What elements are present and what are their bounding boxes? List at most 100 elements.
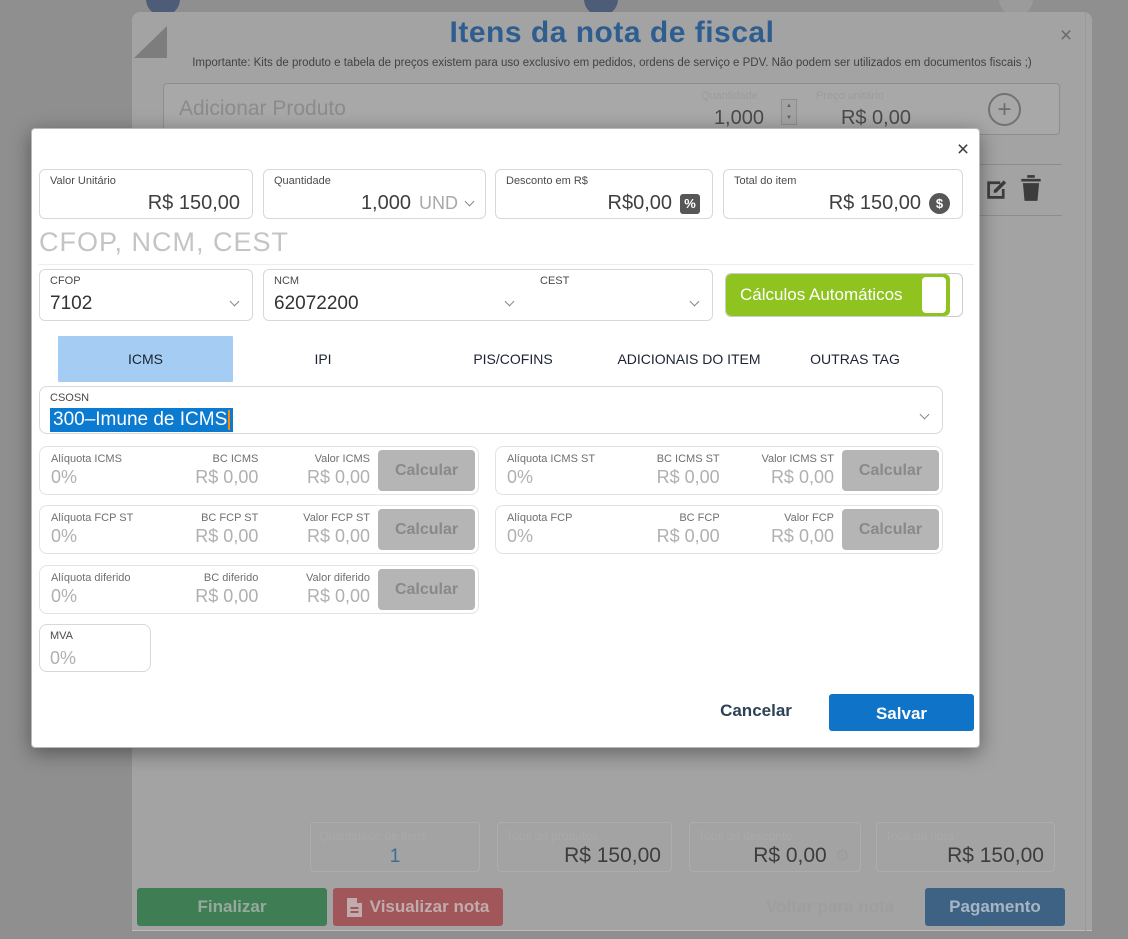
delete-item-icon[interactable]	[1018, 174, 1044, 207]
item-total-value: R$ 150,00	[829, 192, 921, 215]
tab-outras-tag[interactable]: OUTRAS TAG	[765, 336, 945, 382]
percent-toggle-icon[interactable]: %	[680, 194, 700, 214]
field-label: Valor FCP	[736, 512, 834, 524]
field-label: Alíquota diferido	[51, 572, 147, 584]
toggle-knob[interactable]	[922, 277, 946, 313]
back-to-note-link[interactable]: Voltar para nota	[755, 888, 905, 926]
field-value[interactable]: 0%	[51, 467, 147, 488]
field-label: Valor FCP ST	[274, 512, 370, 524]
field-value[interactable]: 0%	[507, 467, 605, 488]
discount-input[interactable]: R$0,00	[608, 192, 673, 215]
field-value[interactable]: 0%	[507, 526, 605, 547]
ncm-cest-select[interactable]: NCM 62072200 CEST	[263, 269, 713, 321]
field-value[interactable]: 0%	[51, 526, 147, 547]
edit-item-icon[interactable]	[984, 176, 1010, 207]
finalize-button[interactable]: Finalizar	[137, 888, 327, 926]
csosn-select[interactable]: CSOSN 300–Imune de ICMS	[39, 386, 943, 434]
quantity-field[interactable]: Quantidade 1,000 UND	[263, 169, 486, 219]
field-value[interactable]: R$ 0,00	[736, 467, 834, 488]
field-value[interactable]: 0%	[51, 586, 147, 607]
calculate-button[interactable]: Calcular	[378, 450, 475, 491]
calculate-button[interactable]: Calcular	[842, 450, 939, 491]
total-note-value: R$ 150,00	[947, 844, 1044, 868]
field-label: Alíquota ICMS ST	[507, 453, 605, 465]
calculate-button[interactable]: Calcular	[842, 509, 939, 550]
item-total-field: Total do item R$ 150,00 $	[723, 169, 963, 219]
total-discount-value-wrap: R$ 0,00 ⚙	[753, 844, 850, 868]
tab-icms[interactable]: ICMS	[58, 336, 233, 382]
unit-price-label: Preço unitário	[816, 90, 884, 102]
payment-button[interactable]: Pagamento	[925, 888, 1065, 926]
chevron-down-icon[interactable]	[465, 197, 475, 207]
quantity-input[interactable]: 1,000	[669, 107, 764, 130]
calculate-button[interactable]: Calcular	[378, 509, 475, 550]
unit-selector[interactable]: UND	[419, 193, 458, 214]
field-value[interactable]: R$ 0,00	[274, 586, 370, 607]
mva-input[interactable]: 0%	[50, 648, 76, 669]
csosn-label: CSOSN	[50, 392, 89, 404]
discount-field[interactable]: Desconto em R$ R$0,00 %	[495, 169, 713, 219]
fcp-calc-group: Alíquota FCP0% BC FCPR$ 0,00 Valor FCPR$…	[495, 505, 943, 554]
preview-note-button[interactable]: Visualizar nota	[333, 888, 503, 926]
icms-st-calc-group: Alíquota ICMS ST 0% BC ICMS ST R$ 0,00 Val…	[495, 446, 943, 495]
csosn-value-selected[interactable]: 300–Imune de ICMS	[53, 409, 227, 430]
field-value[interactable]: R$ 0,00	[621, 526, 719, 547]
mva-label: MVA	[50, 630, 73, 642]
quantity-stepper[interactable]: ▲ ▼	[781, 99, 797, 125]
cfop-label: CFOP	[50, 275, 81, 287]
unit-value-input[interactable]: R$ 150,00	[148, 192, 240, 215]
stepper-up-icon[interactable]: ▲	[786, 103, 792, 109]
chevron-down-icon[interactable]	[230, 297, 240, 307]
field-value[interactable]: R$ 0,00	[274, 526, 370, 547]
finalize-button-label: Finalizar	[198, 888, 267, 926]
currency-badge-icon: $	[929, 193, 950, 214]
field-label: BC FCP ST	[163, 512, 259, 524]
discount-label: Desconto em R$	[506, 175, 588, 187]
calculate-button[interactable]: Calcular	[378, 569, 475, 610]
chevron-down-icon[interactable]	[920, 410, 930, 420]
field-label: Alíquota ICMS	[51, 453, 147, 465]
total-items-box: Quantidade de itens 1	[310, 822, 480, 872]
preview-note-label: Visualizar nota	[370, 888, 490, 926]
total-products-value: R$ 150,00	[564, 844, 661, 868]
tab-adicionais[interactable]: ADICIONAIS DO ITEM	[613, 336, 765, 382]
add-product-input[interactable]: Adicionar Produto	[179, 97, 346, 121]
mva-field[interactable]: MVA 0%	[39, 624, 151, 672]
save-button[interactable]: Salvar	[829, 694, 974, 731]
unit-price-input[interactable]: R$ 0,00	[816, 107, 911, 130]
field-value[interactable]: R$ 0,00	[163, 467, 259, 488]
field-label: Valor ICMS ST	[736, 453, 834, 465]
field-value[interactable]: R$ 0,00	[621, 467, 719, 488]
field-value[interactable]: R$ 0,00	[274, 467, 370, 488]
field-value[interactable]: R$ 0,00	[163, 586, 259, 607]
cfop-select[interactable]: CFOP 7102	[39, 269, 253, 321]
modal-quantity-input[interactable]: 1,000	[361, 192, 411, 215]
text-caret	[228, 410, 230, 430]
modal-close-icon[interactable]: ×	[947, 137, 979, 163]
quantity-label: Quantidade	[701, 90, 758, 102]
cancel-button[interactable]: Cancelar	[701, 701, 811, 721]
field-label: Valor ICMS	[274, 453, 370, 465]
tab-ipi[interactable]: IPI	[233, 336, 413, 382]
ncm-value[interactable]: 62072200	[274, 293, 359, 315]
tab-pis-cofins[interactable]: PIS/COFINS	[413, 336, 613, 382]
payment-button-label: Pagamento	[949, 888, 1041, 926]
screen: Itens da nota de fiscal × Importante: Ki…	[0, 0, 1128, 939]
field-value[interactable]: R$ 0,00	[736, 526, 834, 547]
panel-close-icon[interactable]: ×	[1050, 22, 1082, 50]
add-item-plus-icon[interactable]: +	[988, 93, 1021, 126]
auto-calculations-toggle[interactable]: Cálculos Automáticos	[725, 273, 963, 317]
field-label: BC ICMS ST	[621, 453, 719, 465]
field-label: BC ICMS	[163, 453, 259, 465]
discount-settings-gear-icon[interactable]: ⚙	[835, 846, 850, 866]
stepper-down-icon[interactable]: ▼	[786, 115, 792, 121]
total-note-box: Total da nota R$ 150,00	[876, 822, 1055, 872]
deferred-calc-group: Alíquota diferido0% BC diferidoR$ 0,00 V…	[39, 565, 479, 614]
fcp-st-calc-group: Alíquota FCP ST0% BC FCP STR$ 0,00 Valor…	[39, 505, 479, 554]
field-value[interactable]: R$ 0,00	[163, 526, 259, 547]
chevron-down-icon[interactable]	[505, 297, 515, 307]
cfop-value[interactable]: 7102	[50, 293, 92, 315]
unit-value-field[interactable]: Valor Unitário R$ 150,00	[39, 169, 253, 219]
total-discount-box: Total do desconto R$ 0,00 ⚙	[689, 822, 861, 872]
chevron-down-icon[interactable]	[690, 297, 700, 307]
